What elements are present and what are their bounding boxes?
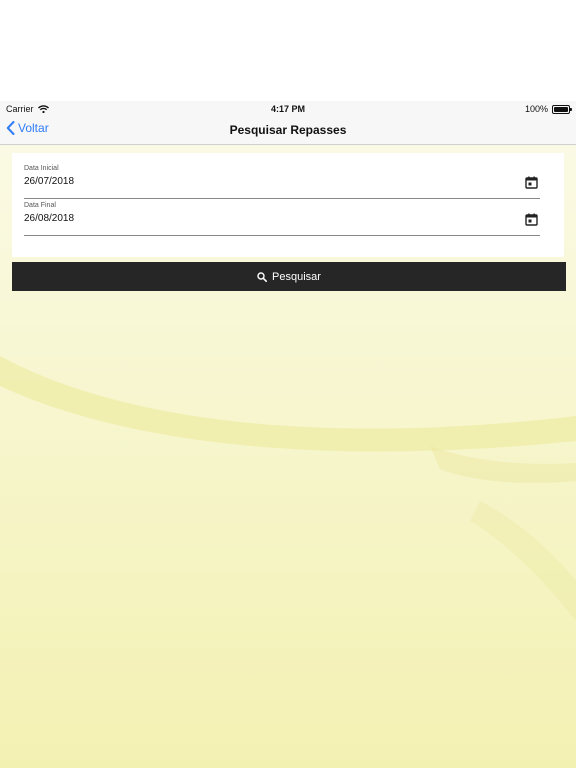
search-form: Data Inicial 26/07/2018 Data Final 26/08…	[12, 153, 564, 257]
battery-percent: 100%	[524, 104, 548, 114]
start-date-label: Data Inicial	[24, 165, 59, 172]
page-title: Pesquisar Repasses	[229, 123, 347, 137]
calendar-icon[interactable]	[525, 213, 538, 226]
start-date-underline	[24, 198, 540, 199]
search-button[interactable]: Pesquisar	[12, 262, 566, 291]
end-date-underline	[24, 235, 540, 236]
end-date-label: Data Final	[24, 202, 56, 209]
battery-icon	[552, 104, 572, 114]
start-date-value[interactable]: 26/07/2018	[24, 176, 74, 187]
navigation-bar: Voltar Pesquisar Repasses	[0, 117, 576, 145]
status-right: 100%	[524, 104, 572, 114]
top-blank-area	[0, 0, 576, 101]
end-date-field[interactable]: Data Final 26/08/2018	[24, 202, 552, 236]
search-icon	[257, 271, 268, 282]
status-bar: Carrier 4:17 PM 100%	[0, 101, 576, 117]
search-button-label: Pesquisar	[272, 270, 321, 283]
app-screen: Carrier 4:17 PM 100% Voltar Pesquisar Re…	[0, 101, 576, 768]
end-date-value[interactable]: 26/08/2018	[24, 213, 74, 224]
calendar-icon[interactable]	[525, 176, 538, 189]
start-date-field[interactable]: Data Inicial 26/07/2018	[24, 165, 552, 199]
status-time: 4:17 PM	[270, 104, 305, 114]
